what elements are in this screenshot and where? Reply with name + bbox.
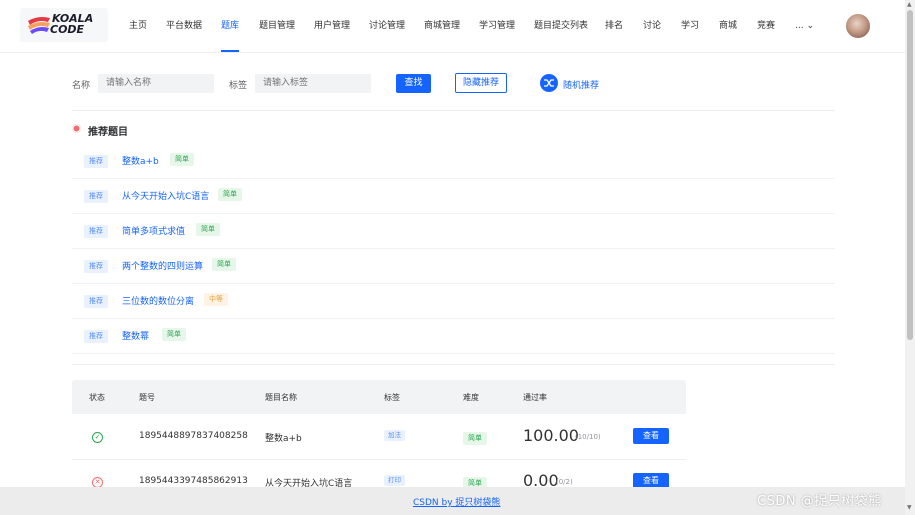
recommend-item: 推荐 整数a+b 简单: [72, 143, 835, 179]
page-scrollbar[interactable]: ▲ ▼: [905, 0, 915, 515]
nav-home[interactable]: 主页: [129, 0, 147, 52]
csdn-watermark: CSDN @捉只树袋熊: [757, 494, 882, 509]
nav-study[interactable]: 学习: [681, 0, 699, 52]
difficulty-badge: 中等: [204, 293, 228, 306]
column-header-difficulty: 难度: [463, 393, 479, 402]
nav-ranking[interactable]: 排名: [605, 0, 623, 52]
recommend-tag: 推荐: [84, 155, 108, 168]
column-header-name: 题目名称: [265, 393, 297, 402]
scrollbar-thumb[interactable]: [907, 10, 913, 340]
nav-shop[interactable]: 商城: [719, 0, 737, 52]
recommend-problem-link[interactable]: 从今天开始入坑C语言: [122, 189, 209, 202]
column-header-id: 题号: [139, 393, 155, 402]
nav-discussion-manage[interactable]: 讨论管理: [369, 0, 405, 52]
difficulty-badge: 简单: [463, 432, 487, 445]
recommend-item: 推荐 三位数的数位分离 中等: [72, 283, 835, 319]
problem-table: 状态 题号 题目名称 标签 难度 通过率 ✓ 18954488978374082…: [72, 380, 686, 505]
column-header-pass-rate: 通过率: [523, 393, 547, 402]
difficulty-badge: 简单: [162, 328, 186, 341]
logo-text-line2: CODE: [50, 23, 85, 36]
recommend-tag: 推荐: [84, 260, 108, 273]
user-avatar[interactable]: [846, 14, 870, 38]
nav-problem-manage[interactable]: 题目管理: [259, 0, 295, 52]
koala-code-logo[interactable]: KOALA CODE: [20, 8, 108, 42]
problem-id: 1895448897837408258: [139, 431, 248, 441]
recommend-item: 推荐 从今天开始入坑C语言 简单: [72, 178, 835, 214]
name-search-input[interactable]: [98, 74, 214, 93]
difficulty-badge: 简单: [170, 153, 194, 166]
recommend-problem-link[interactable]: 整数幂: [122, 329, 149, 342]
nav-more-dropdown[interactable]: ... ⌄: [795, 0, 814, 52]
difficulty-badge: 简单: [212, 258, 236, 271]
nav-discussion[interactable]: 讨论: [643, 0, 661, 52]
name-label: 名称: [72, 81, 91, 91]
recommend-tag: 推荐: [84, 190, 108, 203]
nav-user-manage[interactable]: 用户管理: [314, 0, 350, 52]
table-row: ✓ 1895448897837408258 整数a+b 加法 简单 100.00…: [72, 414, 686, 460]
problem-tag: 打印: [384, 475, 405, 486]
problem-name: 整数a+b: [265, 434, 302, 444]
scroll-down-icon[interactable]: ▼: [907, 504, 912, 511]
nav-shop-manage[interactable]: 商城管理: [424, 0, 460, 52]
recommend-divider: [72, 364, 835, 365]
logo-mark-icon: [28, 17, 50, 34]
recommend-problem-link[interactable]: 整数a+b: [122, 154, 159, 167]
nav-contest[interactable]: 竞赛: [757, 0, 775, 52]
top-header: KOALA CODE 主页 平台数据 题库 题目管理 用户管理 讨论管理 商城管…: [0, 0, 905, 53]
tag-label: 标签: [229, 81, 248, 91]
pass-rate-detail: (10/10): [575, 433, 601, 441]
difficulty-badge: 简单: [218, 188, 242, 201]
recommend-problem-link[interactable]: 简单多项式求值: [122, 224, 185, 237]
nav-submission-list[interactable]: 题目提交列表: [534, 0, 588, 52]
recommend-tag: 推荐: [84, 225, 108, 238]
recommend-title: 推荐题目: [88, 127, 128, 138]
recommend-tag: 推荐: [84, 330, 108, 343]
tag-search-input[interactable]: [255, 74, 371, 93]
table-header: 状态 题号 题目名称 标签 难度 通过率: [72, 380, 686, 414]
column-header-status: 状态: [89, 393, 105, 402]
footer-link[interactable]: CSDN by 捉只树袋熊: [413, 495, 500, 508]
recommend-tag: 推荐: [84, 295, 108, 308]
recommend-item: 推荐 两个整数的四则运算 简单: [72, 248, 835, 284]
hide-recommend-button[interactable]: 隐藏推荐: [455, 73, 507, 93]
nav-platform-data[interactable]: 平台数据: [166, 0, 202, 52]
recommend-item: 推荐 整数幂 简单: [72, 318, 835, 354]
recommend-problem-link[interactable]: 两个整数的四则运算: [122, 259, 203, 272]
search-button[interactable]: 查找: [396, 74, 431, 93]
column-header-tag: 标签: [384, 393, 400, 402]
pass-rate: 100.00: [523, 426, 579, 445]
problem-tag: 加法: [384, 430, 405, 441]
difficulty-badge: 简单: [196, 223, 220, 236]
target-icon: [72, 124, 81, 133]
nav-study-manage[interactable]: 学习管理: [479, 0, 515, 52]
problem-id: 1895443397485862913: [139, 476, 248, 486]
search-divider: [72, 110, 835, 111]
random-recommend-link[interactable]: 随机推荐: [563, 78, 599, 91]
view-button[interactable]: 查看: [633, 428, 669, 444]
recommend-item: 推荐 简单多项式求值 简单: [72, 213, 835, 249]
scroll-up-icon[interactable]: ▲: [907, 1, 912, 8]
recommend-problem-link[interactable]: 三位数的数位分离: [122, 294, 194, 307]
pass-rate-detail: (0/2): [556, 478, 573, 486]
nav-problem-bank[interactable]: 题库: [221, 0, 240, 52]
shuffle-icon[interactable]: [540, 74, 558, 92]
check-circle-icon: ✓: [92, 432, 103, 443]
